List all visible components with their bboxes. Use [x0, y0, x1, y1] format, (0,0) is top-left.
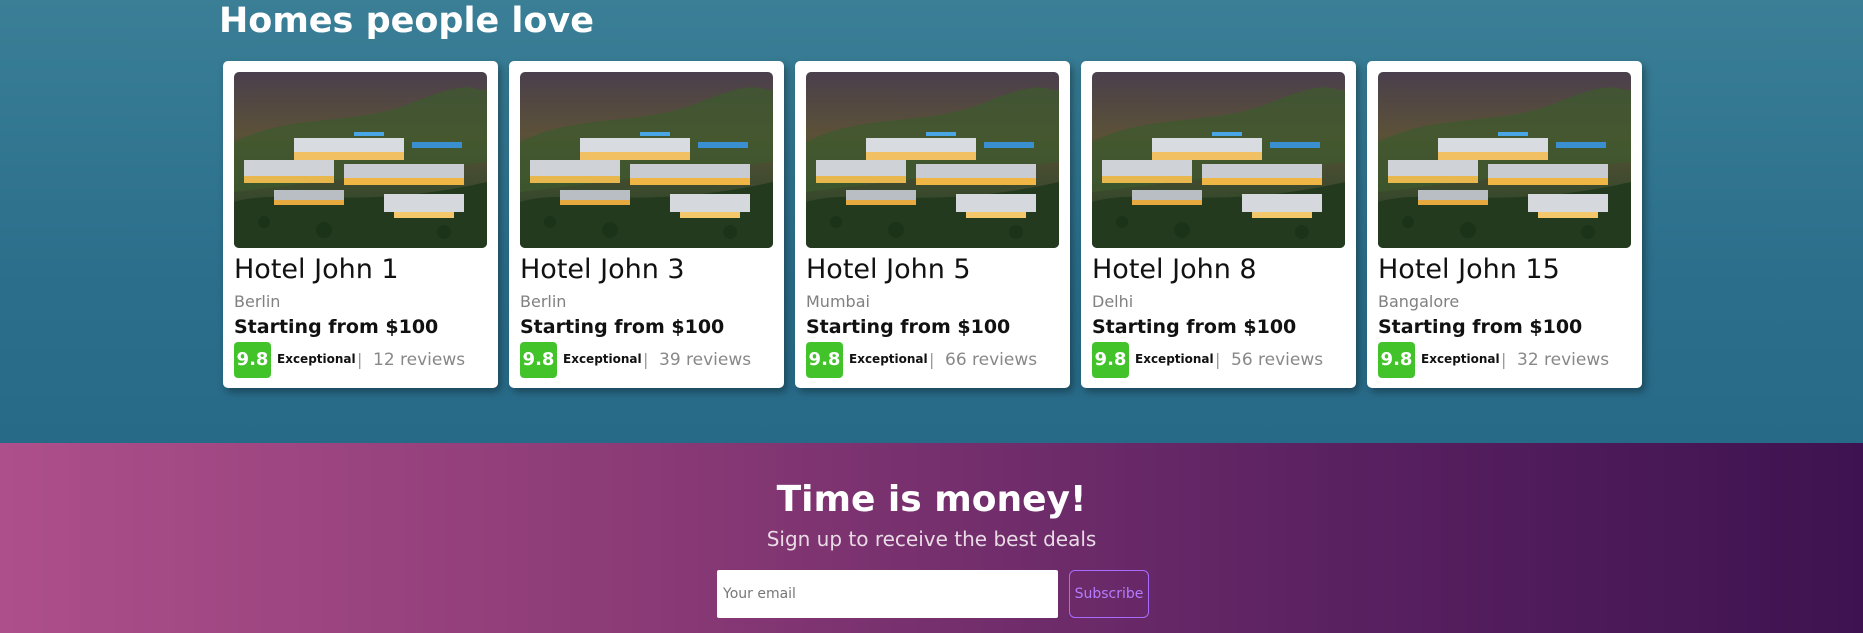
- hotel-photo[interactable]: [234, 72, 487, 248]
- score-badge: 9.8: [1378, 342, 1415, 378]
- newsletter-subtitle: Sign up to receive the best deals: [766, 527, 1097, 551]
- homes-section-title: Homes people love: [219, 1, 594, 41]
- hotel-city: Mumbai: [806, 292, 870, 311]
- hotel-city: Bangalore: [1378, 292, 1460, 311]
- hotel-card[interactable]: Hotel John 3 Berlin Starting from $100 9…: [509, 61, 784, 388]
- hotel-price: Starting from $100: [1378, 316, 1583, 338]
- hotel-card[interactable]: Hotel John 8 Delhi Starting from $100 9.…: [1081, 61, 1356, 388]
- newsletter-title: Time is money!: [776, 479, 1087, 520]
- email-input[interactable]: [717, 570, 1058, 618]
- rating-separator: |: [357, 350, 363, 369]
- rating-label: Exceptional: [1421, 352, 1500, 366]
- hotel-photo[interactable]: [1092, 72, 1345, 248]
- rating-label: Exceptional: [1135, 352, 1214, 366]
- rating-separator: |: [1501, 350, 1507, 369]
- rating-separator: |: [643, 350, 649, 369]
- score-badge: 9.8: [234, 342, 271, 378]
- review-count[interactable]: 39 reviews: [659, 350, 751, 370]
- hotel-price: Starting from $100: [520, 316, 725, 338]
- hotel-name[interactable]: Hotel John 5: [806, 253, 971, 287]
- hotel-photo[interactable]: [520, 72, 773, 248]
- subscribe-button[interactable]: Subscribe: [1069, 570, 1149, 618]
- hotel-rating: 9.8 Exceptional | 39 reviews: [520, 342, 780, 378]
- hotel-name[interactable]: Hotel John 8: [1092, 253, 1257, 287]
- hotel-photo[interactable]: [1378, 72, 1631, 248]
- hotel-rating: 9.8 Exceptional | 66 reviews: [806, 342, 1066, 378]
- homes-section: Homes people love Hotel John 1 Berlin St…: [0, 0, 1863, 443]
- score-badge: 9.8: [520, 342, 557, 378]
- rating-separator: |: [1215, 350, 1221, 369]
- review-count[interactable]: 12 reviews: [373, 350, 465, 370]
- hotel-rating: 9.8 Exceptional | 56 reviews: [1092, 342, 1352, 378]
- hotel-name[interactable]: Hotel John 15: [1378, 253, 1560, 287]
- rating-separator: |: [929, 350, 935, 369]
- hotel-price: Starting from $100: [806, 316, 1011, 338]
- score-badge: 9.8: [1092, 342, 1129, 378]
- hotel-name[interactable]: Hotel John 3: [520, 253, 685, 287]
- hotel-name[interactable]: Hotel John 1: [234, 253, 399, 287]
- hotel-city: Berlin: [234, 292, 281, 311]
- hotel-card[interactable]: Hotel John 15 Bangalore Starting from $1…: [1367, 61, 1642, 388]
- hotel-photo[interactable]: [806, 72, 1059, 248]
- hotel-rating: 9.8 Exceptional | 12 reviews: [234, 342, 494, 378]
- hotel-rating: 9.8 Exceptional | 32 reviews: [1378, 342, 1638, 378]
- review-count[interactable]: 66 reviews: [945, 350, 1037, 370]
- hotel-card[interactable]: Hotel John 1 Berlin Starting from $100 9…: [223, 61, 498, 388]
- rating-label: Exceptional: [563, 352, 642, 366]
- hotel-card[interactable]: Hotel John 5 Mumbai Starting from $100 9…: [795, 61, 1070, 388]
- hotel-city: Berlin: [520, 292, 567, 311]
- review-count[interactable]: 32 reviews: [1517, 350, 1609, 370]
- newsletter-section: Time is money! Sign up to receive the be…: [0, 443, 1863, 633]
- rating-label: Exceptional: [849, 352, 928, 366]
- hotel-city: Delhi: [1092, 292, 1134, 311]
- review-count[interactable]: 56 reviews: [1231, 350, 1323, 370]
- hotel-price: Starting from $100: [234, 316, 439, 338]
- score-badge: 9.8: [806, 342, 843, 378]
- rating-label: Exceptional: [277, 352, 356, 366]
- hotel-price: Starting from $100: [1092, 316, 1297, 338]
